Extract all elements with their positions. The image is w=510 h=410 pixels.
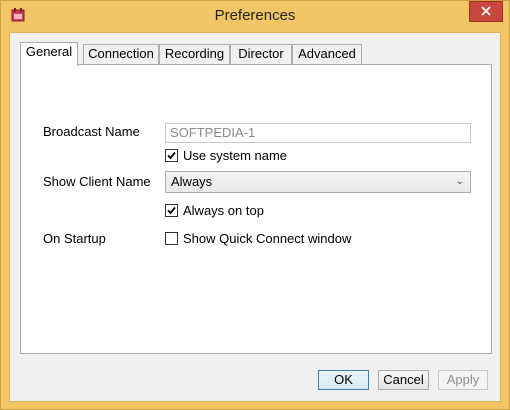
show-quick-connect-checkbox[interactable]: Show Quick Connect window bbox=[165, 231, 351, 246]
show-quick-connect-label: Show Quick Connect window bbox=[183, 231, 352, 246]
tab-label: Director bbox=[238, 46, 284, 61]
tab-label: General bbox=[25, 44, 73, 59]
tab-recording[interactable]: Recording bbox=[159, 44, 230, 64]
always-on-top-label: Always on top bbox=[183, 203, 264, 218]
close-icon bbox=[481, 4, 491, 19]
tab-label: Advanced bbox=[298, 46, 356, 61]
checkbox-unchecked[interactable] bbox=[165, 232, 178, 245]
dropdown-value: Always bbox=[171, 174, 213, 189]
tab-director[interactable]: Director bbox=[230, 44, 292, 64]
tab-label: Recording bbox=[164, 46, 225, 61]
close-button[interactable] bbox=[469, 1, 503, 22]
preferences-window: Preferences General Connection Recording… bbox=[0, 0, 510, 410]
broadcast-name-field[interactable]: SOFTPEDIA-1 bbox=[165, 123, 471, 143]
window-title: Preferences bbox=[214, 7, 296, 24]
title-bar[interactable]: Preferences bbox=[1, 1, 509, 31]
apply-button[interactable]: Apply bbox=[438, 370, 488, 390]
checkbox-checked[interactable] bbox=[165, 149, 178, 162]
checkbox-checked[interactable] bbox=[165, 204, 178, 217]
chevron-down-icon: ⌄ bbox=[455, 176, 464, 187]
general-panel: Broadcast Name SOFTPEDIA-1 Use system na… bbox=[20, 64, 492, 354]
always-on-top-checkbox[interactable]: Always on top bbox=[165, 203, 264, 218]
tab-advanced[interactable]: Advanced bbox=[292, 44, 362, 64]
tab-label: Connection bbox=[88, 46, 154, 61]
show-client-name-label: Show Client Name bbox=[43, 174, 151, 189]
show-client-name-dropdown[interactable]: Always ⌄ bbox=[165, 171, 471, 193]
dialog-body: General Connection Recording Director Ad… bbox=[9, 32, 501, 402]
tab-connection[interactable]: Connection bbox=[83, 44, 159, 64]
ok-button[interactable]: OK bbox=[318, 370, 369, 390]
on-startup-label: On Startup bbox=[43, 231, 106, 246]
use-system-name-label: Use system name bbox=[183, 148, 288, 163]
broadcast-name-label: Broadcast Name bbox=[43, 124, 140, 139]
cancel-button[interactable]: Cancel bbox=[378, 370, 429, 390]
use-system-name-checkbox[interactable]: Use system name bbox=[165, 148, 287, 163]
tab-general[interactable]: General bbox=[20, 42, 78, 66]
